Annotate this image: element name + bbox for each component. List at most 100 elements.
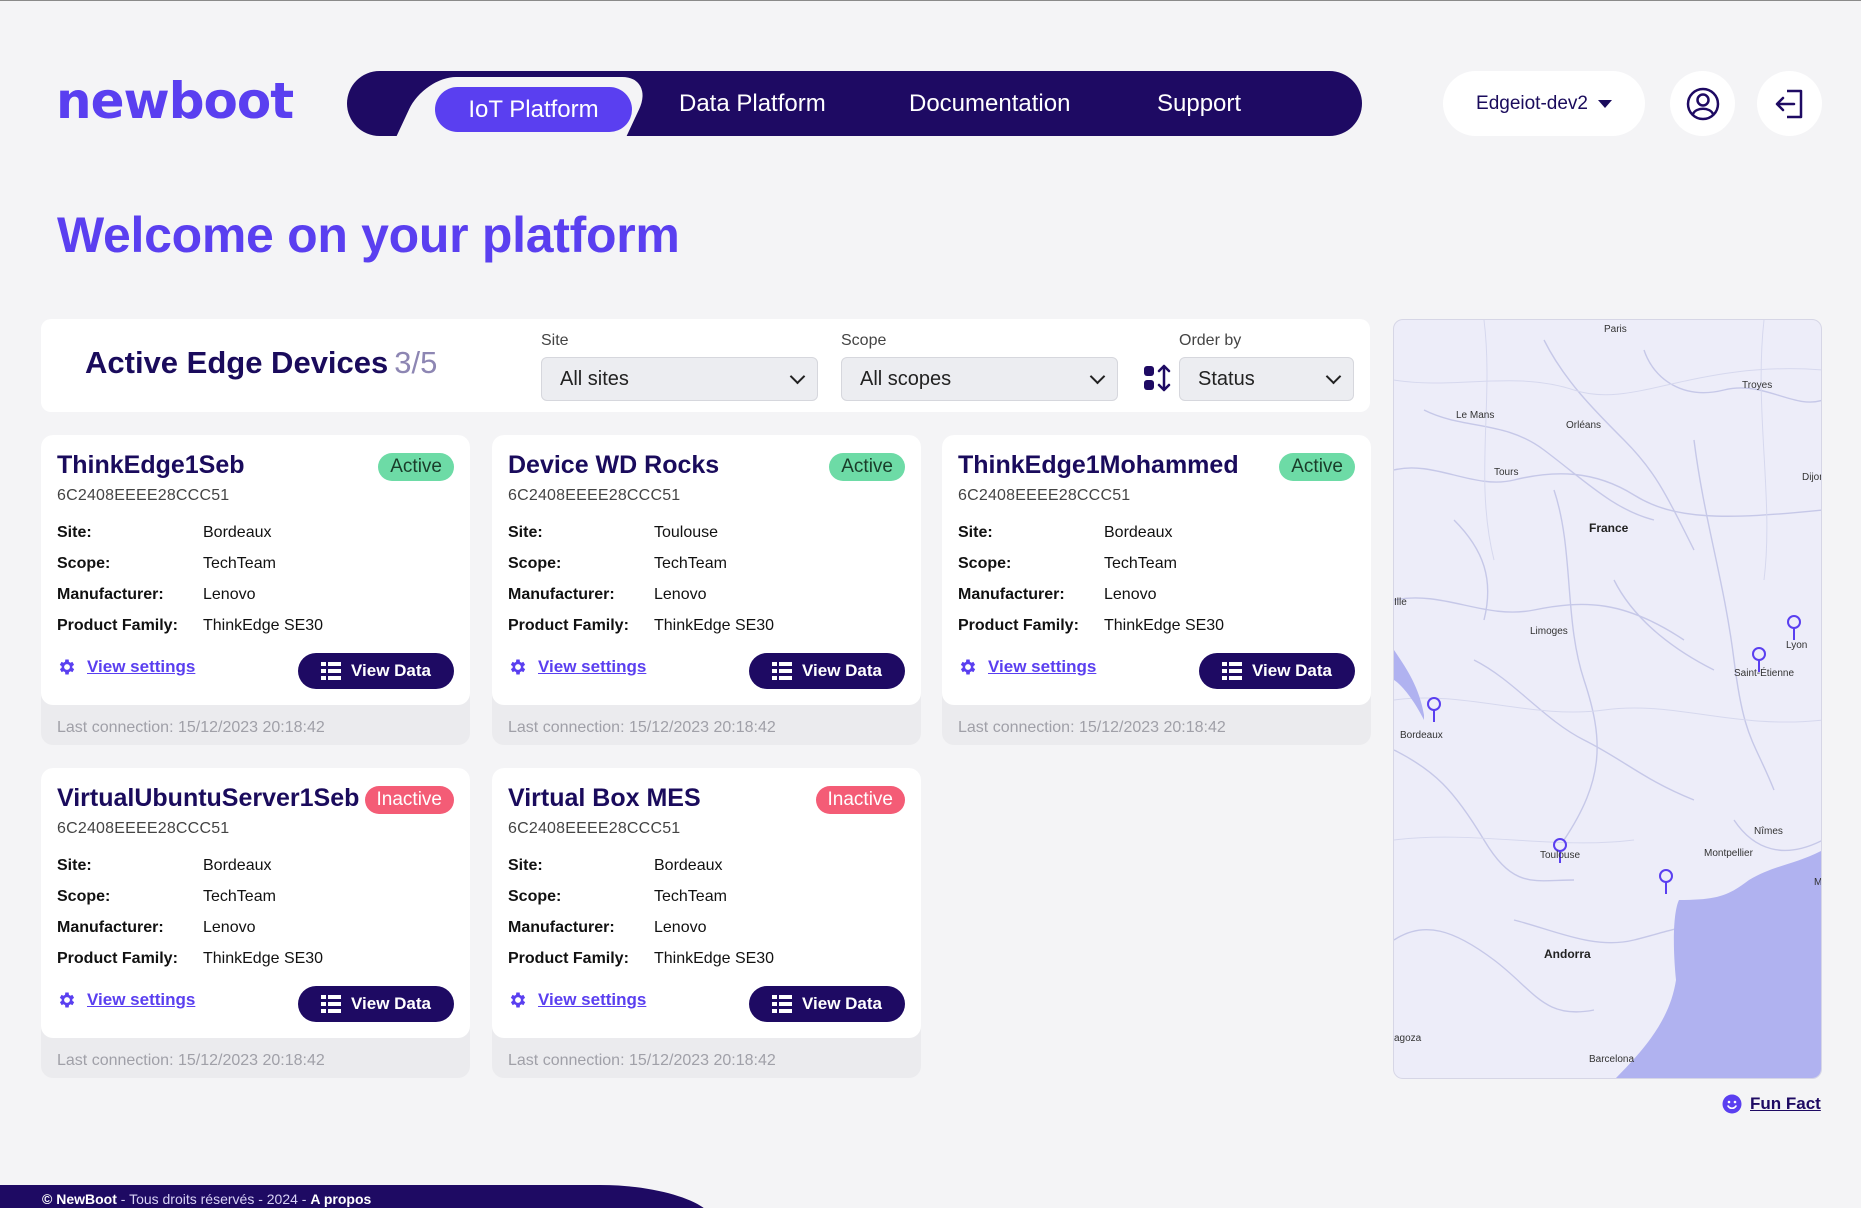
device-id: 6C2408EEEE28CCC51 [958,487,1131,504]
data-table-icon [320,995,341,1013]
manufacturer-label: Manufacturer: [57,586,164,603]
view-data-button[interactable]: View Data [298,986,454,1022]
gear-icon [59,992,75,1008]
newboot-logo[interactable]: newboot [56,71,294,131]
map-label-nimes: Nîmes [1754,826,1783,837]
view-data-label: View Data [1251,661,1332,680]
devices-count: 3/5 [394,345,438,380]
last-connection: Last connection: 15/12/2023 20:18:42 [57,719,325,736]
gear-icon [59,659,75,675]
manufacturer-value: Lenovo [1104,586,1157,603]
view-settings-label: View settings [87,657,196,676]
device-card-body: Virtual Box MES Inactive 6C2408EEEE28CCC… [492,768,921,1038]
view-settings-link[interactable]: View settings [958,657,1096,677]
footer: © NewBoot - Tous droits réservés - 2024 … [42,1191,371,1207]
device-name: ThinkEdge1Seb [57,451,245,479]
view-settings-link[interactable]: View settings [57,657,195,677]
scope-label: Scope: [508,555,562,572]
scope-label: Scope: [958,555,1012,572]
data-table-icon [771,662,792,680]
devices-map[interactable]: Paris Troyes Le Mans Orléans Tours Dijon… [1393,319,1822,1079]
product-family-value: ThinkEdge SE30 [1104,617,1225,634]
map-label-tours: Tours [1494,467,1518,478]
device-name: Device WD Rocks [508,451,720,479]
product-family-label: Product Family: [57,950,178,967]
view-data-button[interactable]: View Data [749,986,905,1022]
device-card-body: ThinkEdge1Seb Active 6C2408EEEE28CCC51 S… [41,435,470,705]
data-table-icon [1221,662,1242,680]
scope-value: TechTeam [203,555,276,572]
view-settings-label: View settings [538,657,647,676]
site-filter-label: Site [541,332,569,349]
main-nav: IoT Platform Data Platform Documentation… [347,71,1362,142]
product-family-label: Product Family: [57,617,178,634]
map-label-edge: Ille [1394,597,1407,608]
device-id: 6C2408EEEE28CCC51 [508,820,681,837]
nav-tab-data-platform[interactable]: Data Platform [679,71,826,136]
scope-label: Scope: [57,555,111,572]
product-family-value: ThinkEdge SE30 [203,950,324,967]
view-settings-label: View settings [87,990,196,1009]
data-table-icon [771,995,792,1013]
view-settings-link[interactable]: View settings [508,990,646,1010]
footer-brand: © NewBoot [42,1191,117,1207]
view-settings-label: View settings [538,990,647,1009]
site-label: Site: [57,524,92,541]
manufacturer-label: Manufacturer: [508,919,615,936]
status-badge: Active [378,453,454,481]
map-label-saint-etienne: Saint-Étienne [1734,666,1794,679]
page-title: Welcome on your platform [57,207,680,263]
footer-about-link[interactable]: A propos [310,1191,371,1207]
order-by-select[interactable]: Status [1179,357,1354,401]
data-table-icon [320,662,341,680]
map-label-le-mans: Le Mans [1456,410,1494,421]
nav-tab-iot-platform[interactable]: IoT Platform [435,87,632,132]
view-data-button[interactable]: View Data [298,653,454,689]
devices-heading-label: Active Edge Devices [85,345,389,380]
view-settings-link[interactable]: View settings [57,990,195,1010]
user-icon [1686,87,1719,120]
device-card-body: Device WD Rocks Active 6C2408EEEE28CCC51… [492,435,921,705]
device-id: 6C2408EEEE28CCC51 [57,820,230,837]
scope-value: TechTeam [1104,555,1177,572]
last-connection: Last connection: 15/12/2023 20:18:42 [508,1052,776,1069]
view-data-label: View Data [350,994,431,1013]
map-label-bordeaux: Bordeaux [1400,730,1443,741]
sort-direction-icon[interactable] [1143,364,1171,392]
scope-value: TechTeam [654,888,727,905]
nav-tab-support[interactable]: Support [1157,71,1241,136]
environment-select[interactable]: Edgeiot-dev2 [1443,71,1645,136]
logout-button[interactable] [1757,71,1822,136]
devices-heading: Active Edge Devices 3/5 [85,345,437,381]
chevron-down-icon [789,368,806,384]
site-filter-select[interactable]: All sites [541,357,818,401]
gear-icon [510,659,526,675]
device-name: ThinkEdge1Mohammed [958,451,1239,479]
footer-rights: - Tous droits réservés - 2024 - [116,1191,311,1207]
scope-filter-label: Scope [841,332,887,349]
caret-down-icon [1597,99,1612,108]
device-id: 6C2408EEEE28CCC51 [508,487,681,504]
view-data-button[interactable]: View Data [1199,653,1355,689]
device-card: ThinkEdge1Seb Active 6C2408EEEE28CCC51 S… [41,435,470,745]
map-label-marseille-edge: M [1814,877,1822,888]
site-value: Bordeaux [203,524,272,541]
fun-fact-link[interactable]: Fun Fact [1722,1094,1821,1114]
view-data-button[interactable]: View Data [749,653,905,689]
status-badge: Inactive [815,786,905,814]
device-card: Virtual Box MES Inactive 6C2408EEEE28CCC… [492,768,921,1078]
manufacturer-value: Lenovo [203,919,256,936]
view-settings-link[interactable]: View settings [508,657,646,677]
site-label: Site: [958,524,993,541]
scope-filter-select[interactable]: All scopes [841,357,1118,401]
manufacturer-label: Manufacturer: [958,586,1065,603]
gear-icon [960,659,976,675]
profile-button[interactable] [1670,71,1735,136]
product-family-label: Product Family: [508,950,629,967]
nav-tab-documentation[interactable]: Documentation [909,71,1070,136]
product-family-value: ThinkEdge SE30 [654,617,775,634]
map-label-andorra: Andorra [1544,947,1591,961]
manufacturer-value: Lenovo [654,586,707,603]
manufacturer-label: Manufacturer: [508,586,615,603]
site-value: Bordeaux [654,857,723,874]
